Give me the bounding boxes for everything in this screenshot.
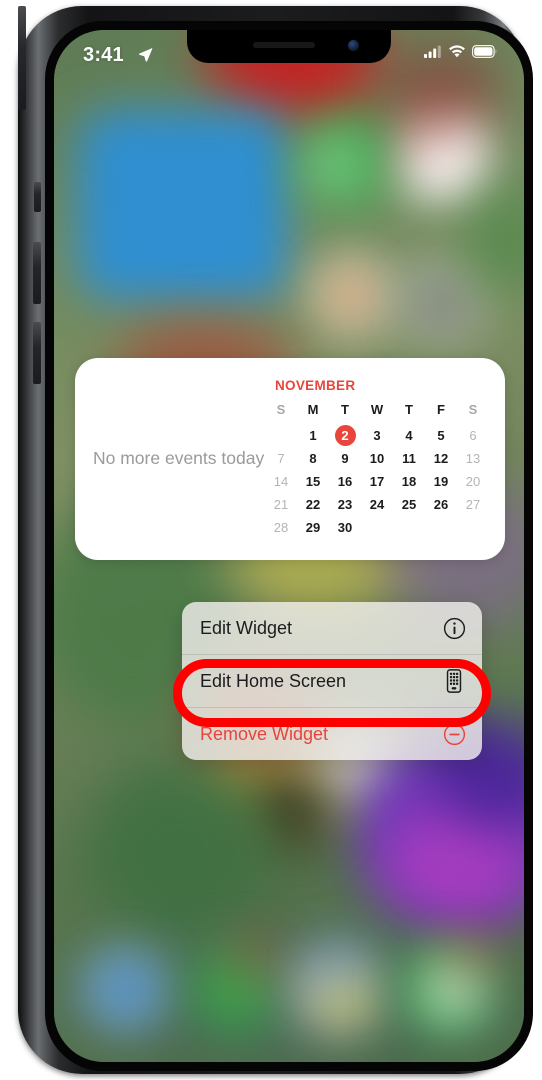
phone-screen[interactable]: 3:41 No more events today NOVEMBER S M T… [54, 30, 524, 1062]
calendar-day-grid: 1 2 3 4 5 6 7 8 9 10 11 12 13 14 15 16 17 18 19 20 21 22 23 24 2… [265, 424, 489, 539]
calendar-day-7: 7 [277, 451, 285, 466]
calendar-day-23: 23 [337, 497, 353, 512]
earpiece-speaker [253, 42, 316, 48]
calendar-day-9: 9 [341, 451, 349, 466]
calendar-day-27: 27 [465, 497, 481, 512]
calendar-day-29: 29 [305, 520, 321, 535]
home-screen-grid-icon [442, 669, 466, 693]
dock[interactable] [54, 938, 524, 1058]
calendar-dow-1: M [307, 402, 319, 417]
calendar-day-24: 24 [369, 497, 385, 512]
calendar-widget[interactable]: No more events today NOVEMBER SMTWTFS 12… [75, 358, 505, 560]
calendar-day-4: 4 [405, 428, 413, 443]
calendar-dow-5: F [437, 402, 445, 417]
calendar-day-18: 18 [401, 474, 417, 489]
calendar-day-8: 8 [309, 451, 317, 466]
battery-full-icon [472, 45, 498, 63]
wifi-icon [448, 45, 466, 63]
phone-frame: 3:41 No more events today NOVEMBER S M T… [18, 6, 533, 1074]
calendar-day-19: 19 [433, 474, 449, 489]
calendar-blank-cell [265, 424, 297, 447]
calendar-day-11: 11 [402, 451, 416, 466]
widget-events-section: No more events today [75, 358, 265, 560]
mute-switch[interactable] [34, 182, 41, 212]
front-camera-icon [348, 40, 359, 51]
menu-item-label: Edit Widget [200, 617, 293, 638]
calendar-day-22: 22 [305, 497, 321, 512]
calendar-dow-2: T [341, 402, 349, 417]
widget-month-calendar: NOVEMBER SMTWTFS 1 2 3 4 5 6 7 8 9 10 11 12 13 14 15 16… [265, 358, 505, 560]
calendar-day-3: 3 [373, 428, 381, 443]
no-events-label: No more events today [93, 448, 265, 469]
menu-item-edit-widget[interactable]: Edit Widget [182, 602, 482, 654]
calendar-day-13: 13 [465, 451, 481, 466]
calendar-day-6: 6 [469, 428, 477, 443]
calendar-day-1: 1 [309, 428, 317, 443]
menu-item-label: Edit Home Screen [200, 670, 347, 691]
menu-item-label: Remove Widget [200, 723, 329, 744]
notch [187, 30, 391, 63]
calendar-day-12: 12 [433, 451, 449, 466]
calendar-day-17: 17 [369, 474, 385, 489]
calendar-dow-4: T [405, 402, 413, 417]
calendar-month-label: NOVEMBER [275, 378, 356, 393]
power-button[interactable] [18, 6, 26, 110]
location-arrow-icon [138, 47, 153, 67]
menu-item-remove-widget[interactable]: Remove Widget [182, 708, 482, 760]
calendar-dow-6: S [468, 402, 478, 417]
calendar-day-28: 28 [273, 520, 289, 535]
status-bar-time: 3:41 [83, 44, 124, 66]
volume-down-button[interactable] [33, 322, 41, 384]
calendar-day-26: 26 [433, 497, 449, 512]
calendar-day-14: 14 [273, 474, 289, 489]
calendar-weekday-header: SMTWTFS [265, 402, 489, 424]
calendar-day-10: 10 [369, 451, 385, 466]
calendar-day-25: 25 [401, 497, 417, 512]
widget-context-menu[interactable]: Edit Widget Edit Home Screen Remove Widget [182, 602, 482, 760]
volume-up-button[interactable] [33, 242, 41, 304]
calendar-day-30: 30 [337, 520, 353, 535]
info-circle-icon [442, 617, 466, 640]
calendar-day-20: 20 [465, 474, 481, 489]
calendar-day-today: 2 [329, 424, 361, 447]
calendar-dow-0: S [276, 402, 286, 417]
calendar-day-16: 16 [337, 474, 353, 489]
calendar-dow-3: W [370, 402, 384, 417]
menu-item-edit-home-screen[interactable]: Edit Home Screen [182, 655, 482, 707]
minus-circle-icon [442, 723, 466, 746]
cellular-bars-icon [424, 45, 442, 63]
calendar-day-15: 15 [305, 474, 321, 489]
calendar-day-5: 5 [437, 428, 445, 443]
calendar-day-21: 21 [273, 497, 289, 512]
